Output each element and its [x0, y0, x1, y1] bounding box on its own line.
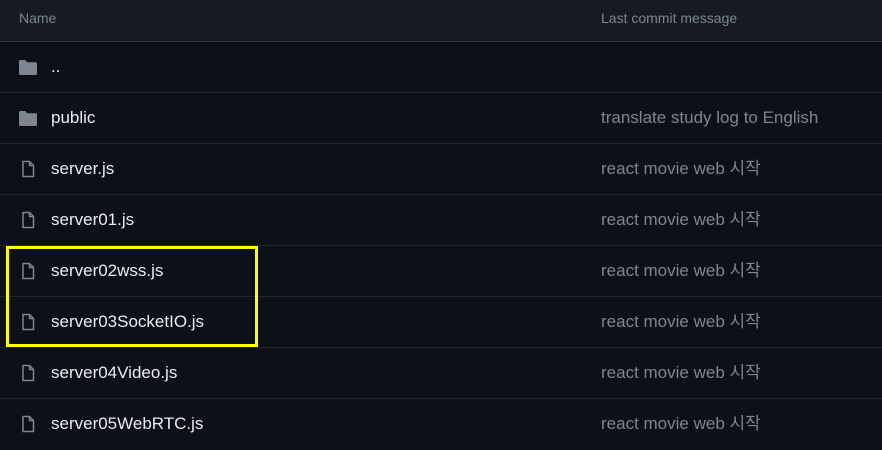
file-name[interactable]: server05WebRTC.js — [51, 399, 203, 449]
file-name[interactable]: server01.js — [51, 195, 134, 245]
file-icon — [18, 313, 38, 331]
commit-message[interactable]: react movie web 시작 — [601, 144, 761, 194]
file-name[interactable]: .. — [51, 42, 60, 92]
folder-icon — [18, 109, 38, 127]
header-name-label: Name — [19, 10, 57, 26]
file-name[interactable]: server04Video.js — [51, 348, 177, 398]
file-name[interactable]: server02wss.js — [51, 246, 163, 296]
table-row-server05webrtc-js[interactable]: server05WebRTC.js react movie web 시작 — [0, 399, 882, 450]
table-row-server02wss-js[interactable]: server02wss.js react movie web 시작 — [0, 246, 882, 297]
table-row-server04video-js[interactable]: server04Video.js react movie web 시작 — [0, 348, 882, 399]
file-icon — [18, 262, 38, 280]
table-header: Name Last commit message — [0, 0, 882, 42]
table-row-public[interactable]: public translate study log to English — [0, 93, 882, 144]
file-icon — [18, 415, 38, 433]
file-table: Name Last commit message .. public trans… — [0, 0, 882, 446]
commit-message[interactable]: react movie web 시작 — [601, 246, 761, 296]
file-icon — [18, 160, 38, 178]
file-name[interactable]: public — [51, 93, 95, 143]
commit-message[interactable]: react movie web 시작 — [601, 195, 761, 245]
table-row-parent-directory[interactable]: .. — [0, 42, 882, 93]
commit-message[interactable]: react movie web 시작 — [601, 348, 761, 398]
table-row-server03socketio-js[interactable]: server03SocketIO.js react movie web 시작 — [0, 297, 882, 348]
commit-message[interactable]: react movie web 시작 — [601, 399, 761, 449]
file-icon — [18, 211, 38, 229]
commit-message[interactable]: translate study log to English — [601, 93, 818, 143]
file-name[interactable]: server.js — [51, 144, 114, 194]
table-row-server-js[interactable]: server.js react movie web 시작 — [0, 144, 882, 195]
commit-message[interactable]: react movie web 시작 — [601, 297, 761, 347]
file-name[interactable]: server03SocketIO.js — [51, 297, 204, 347]
folder-icon — [18, 58, 38, 76]
header-commit-label: Last commit message — [601, 10, 738, 26]
file-icon — [18, 364, 38, 382]
table-row-server01-js[interactable]: server01.js react movie web 시작 — [0, 195, 882, 246]
